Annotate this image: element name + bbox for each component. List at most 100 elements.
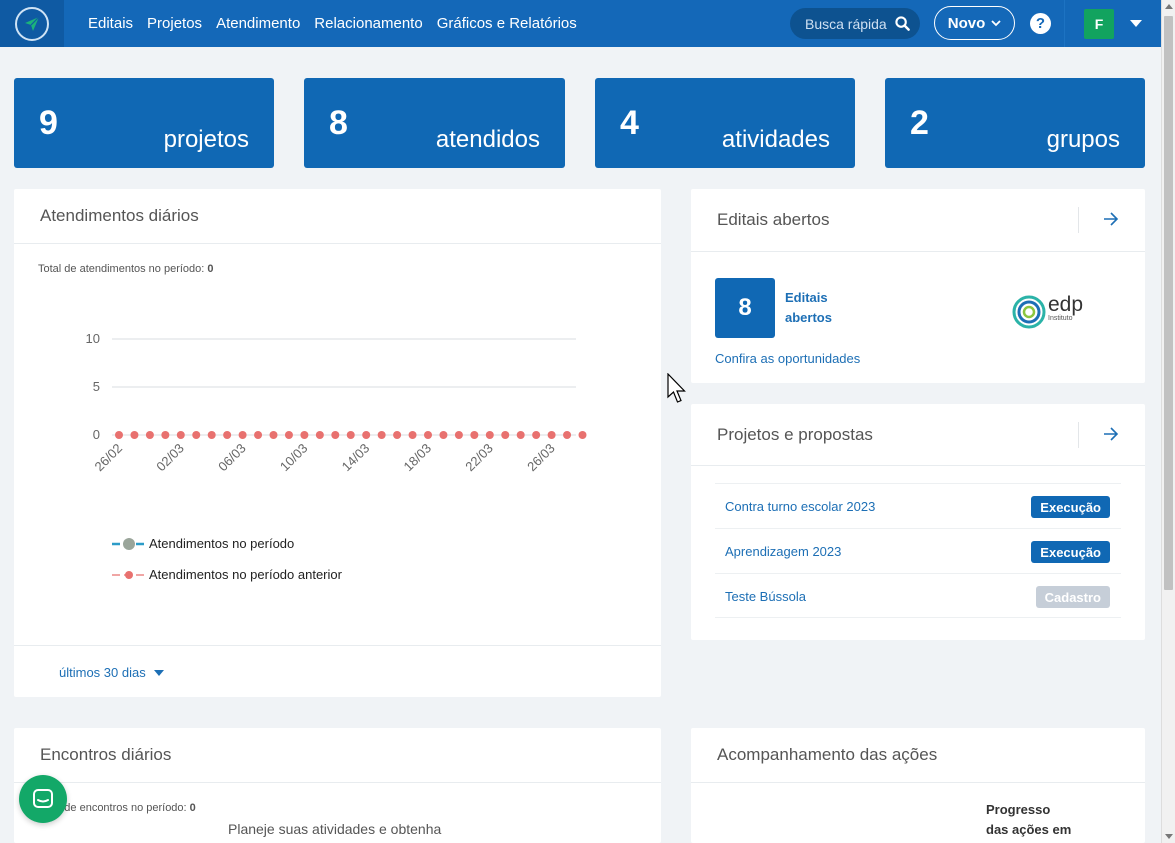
x-tick-label: 02/03 — [153, 441, 187, 475]
divider — [14, 782, 661, 783]
x-tick-label: 22/03 — [462, 441, 496, 475]
edp-logo-icon — [1012, 295, 1046, 329]
data-point — [377, 431, 386, 439]
plan-text: Planeje suas atividades e obtenha — [228, 821, 442, 837]
total-atendimentos: Total de atendimentos no período: 0 — [38, 263, 214, 275]
search-placeholder: Busca rápida — [805, 15, 887, 32]
scroll-up-icon[interactable] — [1165, 4, 1173, 9]
nav-graficos-relatorios[interactable]: Gráficos e Relatórios — [437, 15, 577, 32]
editais-label-line: abertos — [785, 310, 832, 325]
new-button[interactable]: Novo — [934, 6, 1015, 40]
panel-title: Acompanhamento das ações — [717, 745, 938, 764]
nav-atendimento[interactable]: Atendimento — [216, 15, 300, 32]
stat-value: 9 — [39, 104, 58, 142]
panel-title: Atendimentos diários — [40, 206, 199, 225]
new-button-label: Novo — [947, 14, 986, 32]
legend-item[interactable]: Atendimentos no período — [112, 528, 342, 559]
search-icon — [895, 16, 910, 31]
nav-relacionamento[interactable]: Relacionamento — [314, 15, 422, 32]
data-point — [578, 431, 587, 439]
scrollbar-thumb[interactable] — [1164, 16, 1173, 590]
table-row[interactable]: Aprendizagem 2023 Execução — [715, 528, 1121, 573]
divider — [691, 782, 1145, 783]
period-dropdown[interactable]: últimos 30 dias — [59, 665, 164, 680]
stat-card-atendidos[interactable]: 8 atendidos — [304, 78, 565, 168]
data-point — [516, 431, 525, 439]
data-point — [331, 431, 340, 439]
help-button[interactable]: ? — [1030, 13, 1051, 34]
data-point — [485, 431, 494, 439]
stat-value: 2 — [910, 104, 929, 142]
editais-count[interactable]: 8 — [715, 278, 775, 338]
project-name[interactable]: Aprendizagem 2023 — [725, 544, 841, 559]
data-point — [501, 431, 510, 439]
chart-legend: Atendimentos no período Atendimentos no p… — [112, 528, 342, 590]
data-point — [176, 431, 185, 439]
data-point — [563, 431, 572, 439]
page-scrollbar[interactable] — [1161, 0, 1175, 843]
stat-card-grupos[interactable]: 2 grupos — [885, 78, 1145, 168]
logo-button[interactable] — [0, 0, 64, 47]
stat-label: atendidos — [435, 126, 540, 153]
y-tick-label: 5 — [93, 379, 100, 394]
data-point — [408, 431, 417, 439]
total-label: Total de atendimentos no período: — [38, 263, 205, 275]
x-tick-label: 18/03 — [401, 441, 435, 475]
nav-editais[interactable]: Editais — [88, 15, 133, 32]
data-point — [161, 431, 170, 439]
legend-marker — [112, 537, 146, 550]
arrow-right-icon[interactable] — [1102, 425, 1120, 443]
stat-card-atividades[interactable]: 4 atividades — [595, 78, 855, 168]
data-point — [346, 431, 355, 439]
status-badge: Execução — [1031, 496, 1110, 518]
data-point — [130, 431, 139, 439]
opportunities-link[interactable]: Confira as oportunidades — [715, 351, 860, 366]
total-value: 0 — [189, 802, 196, 814]
chat-button[interactable] — [19, 775, 67, 823]
x-tick-label: 06/03 — [215, 441, 249, 475]
table-row[interactable]: Contra turno escolar 2023 Execução — [715, 483, 1121, 528]
divider — [14, 645, 661, 646]
editais-label-line: Editais — [785, 290, 828, 305]
divider — [14, 243, 661, 244]
project-name[interactable]: Contra turno escolar 2023 — [725, 499, 875, 514]
mouse-cursor-icon — [667, 373, 686, 403]
legend-item[interactable]: Atendimentos no período anterior — [112, 559, 342, 590]
x-tick-label: 26/02 — [92, 441, 126, 475]
arrow-right-icon[interactable] — [1102, 210, 1120, 228]
search-input[interactable]: Busca rápida — [790, 8, 920, 39]
status-badge: Cadastro — [1035, 586, 1110, 608]
data-point — [115, 431, 123, 439]
divider — [1078, 207, 1079, 233]
data-point — [424, 431, 432, 439]
caret-down-icon — [1130, 20, 1142, 27]
x-tick-label: 10/03 — [277, 441, 311, 475]
data-point — [439, 431, 448, 439]
atendimentos-panel: Atendimentos diários Total de atendiment… — [14, 189, 661, 697]
data-point — [470, 431, 479, 439]
stat-card-projetos[interactable]: 9 projetos — [14, 78, 274, 168]
data-point — [254, 431, 263, 439]
project-name[interactable]: Teste Bússola — [725, 589, 806, 604]
panel-title: Projetos e propostas — [717, 425, 873, 444]
panel-title: Encontros diários — [40, 745, 172, 764]
progress-label-line: Progresso — [986, 802, 1051, 817]
acompanhamento-panel: Acompanhamento das ações Progresso das a… — [691, 728, 1145, 843]
stat-value: 8 — [329, 104, 348, 142]
projetos-panel: Projetos e propostas Contra turno escola… — [691, 404, 1145, 640]
status-badge: Execução — [1031, 541, 1110, 563]
editais-panel: Editais abertos 8 Editais abertos edp In… — [691, 189, 1145, 383]
data-point — [532, 431, 541, 439]
scroll-down-icon[interactable] — [1165, 834, 1173, 839]
nav-projetos[interactable]: Projetos — [147, 15, 202, 32]
legend-label: Atendimentos no período — [149, 536, 295, 551]
encontros-panel: Encontros diários Total de encontros no … — [14, 728, 661, 843]
chat-icon — [33, 789, 53, 808]
x-tick-label: 26/03 — [524, 441, 558, 475]
user-menu[interactable]: F — [1064, 0, 1161, 47]
editais-count-label[interactable]: Editais abertos — [785, 288, 832, 328]
data-point — [269, 431, 278, 439]
data-point — [207, 431, 216, 439]
table-row[interactable]: Teste Bússola Cadastro — [715, 573, 1121, 618]
data-point — [284, 431, 293, 439]
